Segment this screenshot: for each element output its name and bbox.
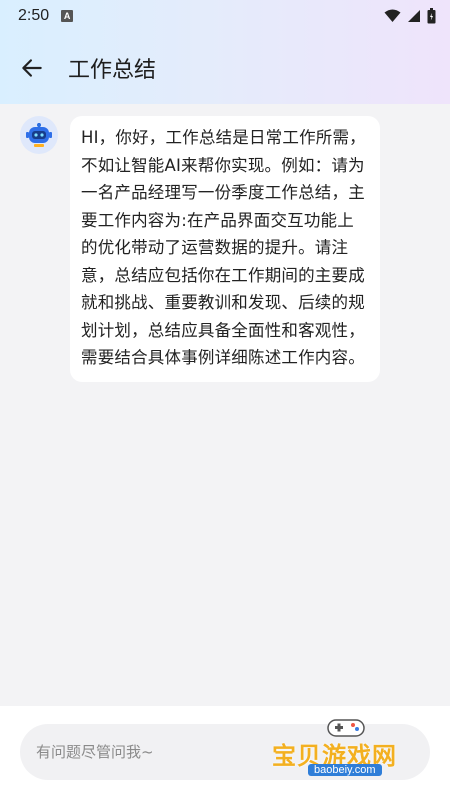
bot-avatar xyxy=(20,116,58,154)
battery-icon xyxy=(427,8,436,24)
signal-icon xyxy=(408,10,420,22)
status-bar: 2:50 A xyxy=(0,0,450,32)
app-bar: 工作总结 xyxy=(0,32,450,104)
arrow-left-icon xyxy=(22,59,42,77)
notification-a-icon: A xyxy=(61,10,74,22)
wifi-icon xyxy=(384,9,401,22)
bot-message-bubble: HI，你好，工作总结是日常工作所需，不如让智能AI来帮你实现。例如：请为一名产品… xyxy=(70,116,380,382)
back-button[interactable] xyxy=(2,38,62,98)
page-title: 工作总结 xyxy=(68,58,157,83)
robot-icon xyxy=(26,123,52,147)
watermark-url: baobeiy.com xyxy=(308,764,382,776)
status-time: 2:50 xyxy=(18,7,50,24)
status-icons xyxy=(384,8,436,24)
watermark-logo: 宝贝游戏网 baobeiy.com xyxy=(272,706,422,786)
